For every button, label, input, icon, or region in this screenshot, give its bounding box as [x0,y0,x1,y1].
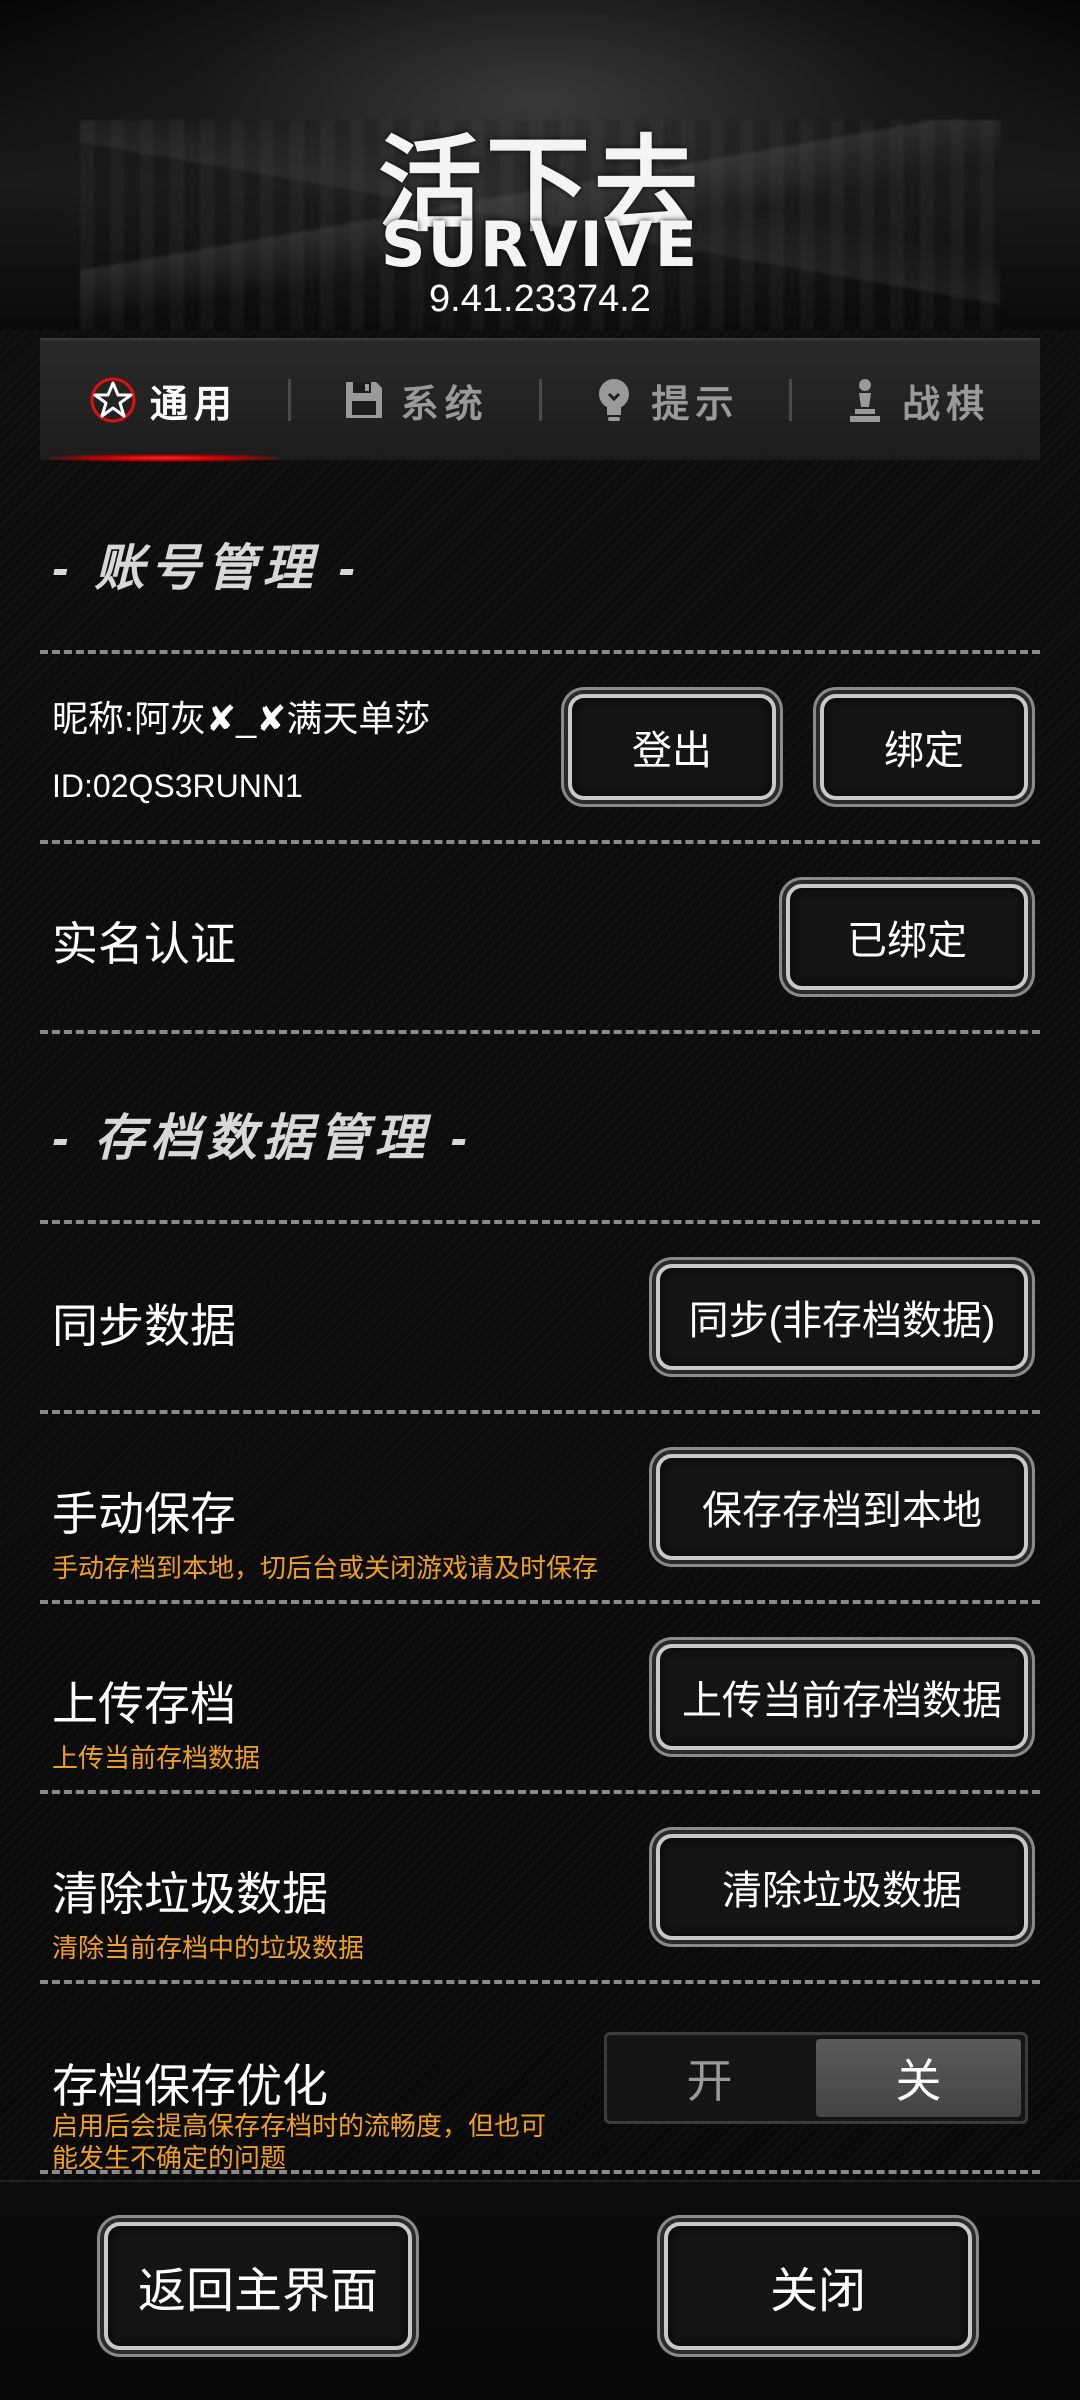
upload-save-button[interactable]: 上传当前存档数据 [656,1644,1028,1750]
realname-bound-button[interactable]: 已绑定 [786,884,1028,990]
user-id-text: ID:02QS3RUNN1 [52,768,303,804]
tab-label: 通用 [149,383,238,426]
tab-tips[interactable]: 提示 [542,340,790,460]
tab-chess[interactable]: 战棋 [792,340,1040,460]
section-title-save-data: - 存档数据管理 - [52,1110,474,1166]
save-to-local-button[interactable]: 保存存档到本地 [656,1454,1028,1560]
divider [40,1980,1040,1984]
sync-data-label: 同步数据 [52,1300,236,1352]
sync-button[interactable]: 同步(非存档数据) [656,1264,1028,1370]
upload-save-hint: 上传当前存档数据 [52,1743,261,1773]
close-button[interactable]: 关闭 [664,2222,972,2350]
divider [40,1410,1040,1414]
upload-save-label: 上传存档 [52,1678,236,1730]
clear-junk-hint: 清除当前存档中的垃圾数据 [52,1933,365,1963]
tab-label: 战棋 [902,383,991,426]
clear-junk-button[interactable]: 清除垃圾数据 [656,1834,1028,1940]
settings-screen: 活下去 SURVIVE 9.41.23374.2 通用 系统 提示 战棋 - 账… [0,0,1080,2400]
chess-pawn-icon [842,377,888,423]
divider [40,1600,1040,1604]
return-home-button[interactable]: 返回主界面 [104,2222,412,2350]
toggle-on-option[interactable]: 开 [607,2035,812,2121]
divider [40,2170,1040,2174]
clear-junk-label: 清除垃圾数据 [52,1868,328,1920]
tab-general[interactable]: 通用 [40,340,288,462]
logout-button[interactable]: 登出 [568,694,776,800]
toggle-off-option[interactable]: 关 [816,2039,1021,2117]
star-icon [90,377,136,423]
divider [40,1220,1040,1224]
manual-save-hint: 手动存档到本地，切后台或关闭游戏请及时保存 [52,1553,599,1583]
bind-button[interactable]: 绑定 [820,694,1028,800]
floppy-disk-icon [341,377,387,423]
tab-label: 提示 [651,383,740,426]
divider [40,1030,1040,1034]
divider [40,1790,1040,1794]
version-number: 9.41.23374.2 [429,278,651,320]
tab-label: 系统 [400,383,489,426]
divider [40,650,1040,654]
lightbulb-icon [591,377,637,423]
section-title-account: - 账号管理 - [52,540,362,596]
nickname-text: 昵称:阿灰✘_✘满天单莎 [52,698,431,739]
tab-system[interactable]: 系统 [291,340,539,460]
manual-save-label: 手动保存 [52,1488,236,1540]
save-optimization-toggle[interactable]: 开 关 [604,2032,1028,2124]
game-logo-english: SURVIVE [380,208,700,281]
divider [40,840,1040,844]
tab-bar: 通用 系统 提示 战棋 [40,338,1040,462]
header-banner: 活下去 SURVIVE 9.41.23374.2 [0,0,1080,330]
realname-label: 实名认证 [52,918,236,970]
